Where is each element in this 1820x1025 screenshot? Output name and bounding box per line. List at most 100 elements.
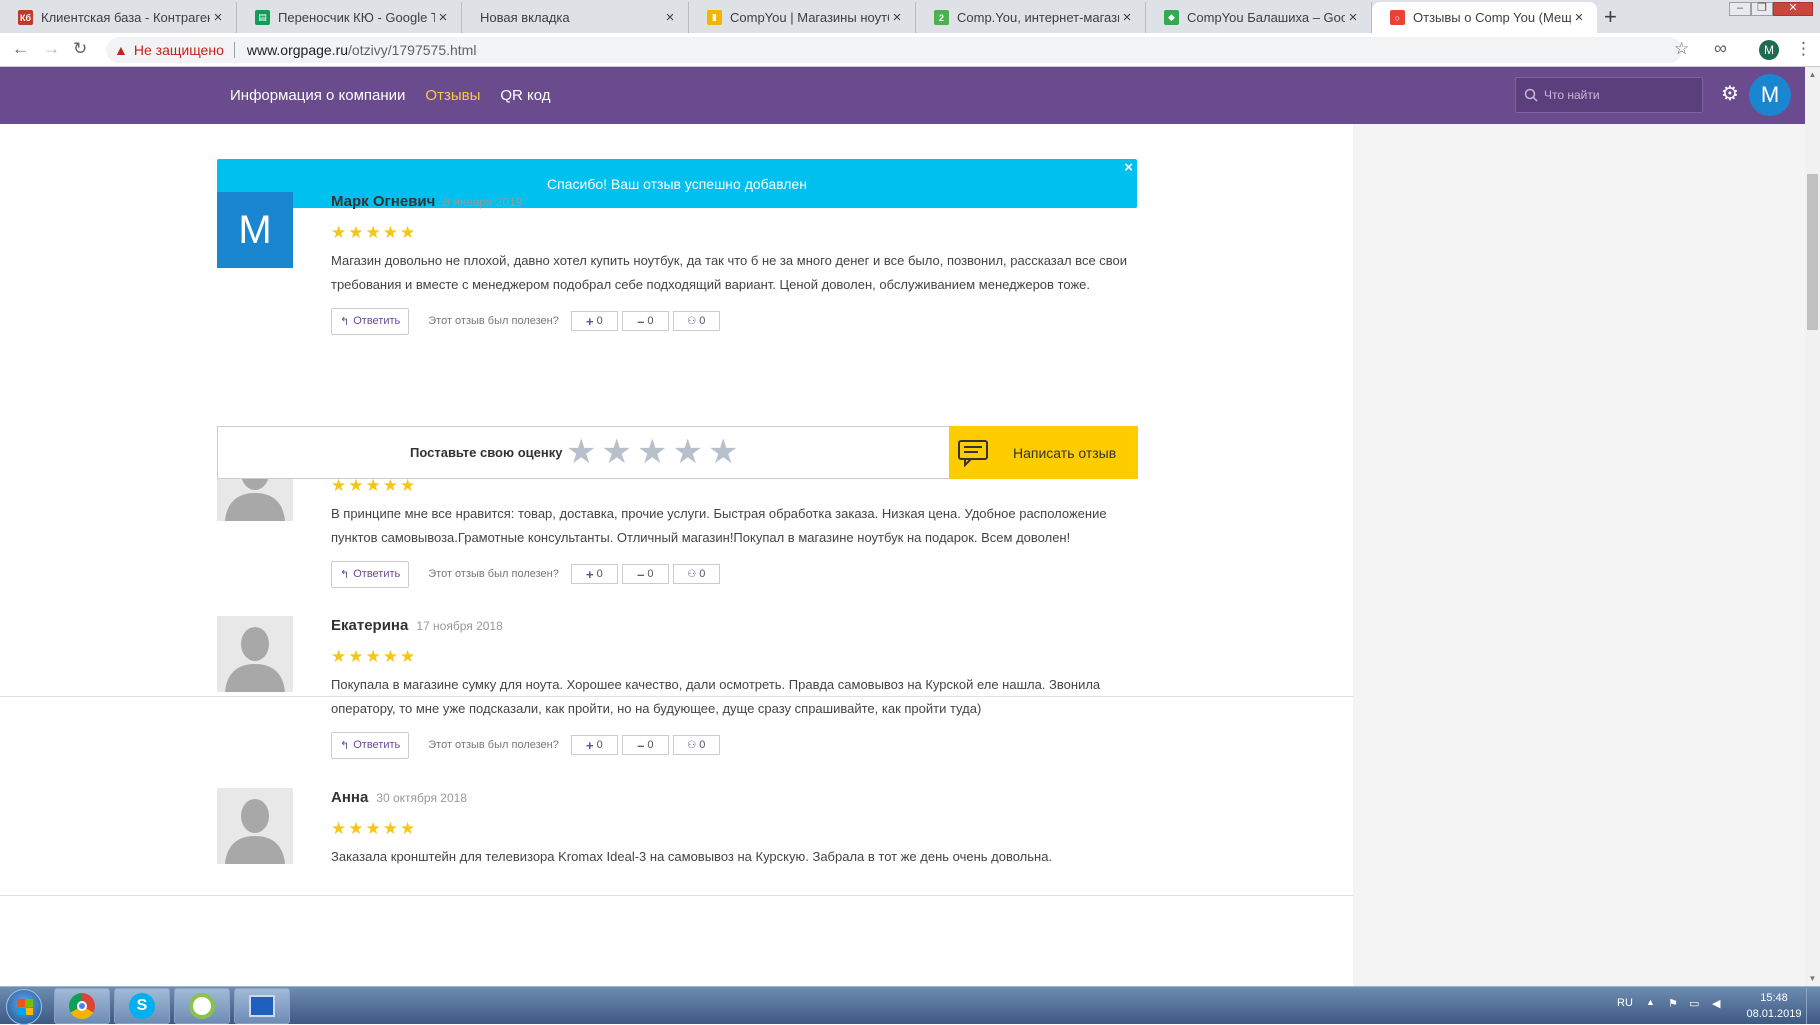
tab-close-icon[interactable]: × xyxy=(1345,9,1361,26)
comments-count: 0 xyxy=(699,739,706,751)
scroll-up-icon[interactable]: ▲ xyxy=(1805,67,1820,82)
rating-stars[interactable]: ★★★★★ xyxy=(566,434,743,470)
reviewer-name[interactable]: Марк Огневич xyxy=(331,193,435,210)
tab-close-icon[interactable]: × xyxy=(1119,9,1135,26)
nav-reviews[interactable]: Отзывы xyxy=(425,87,480,104)
review-header: Марк Огневич 8 января 2019 xyxy=(331,192,1137,212)
search-icon[interactable] xyxy=(1524,88,1538,102)
clock-time: 15:48 xyxy=(1760,992,1788,1004)
windows-taskbar: S RU ▲ ⚑ ▭ ◀ 15:48 08.01.2019 xyxy=(0,986,1820,1025)
browser-tab[interactable]: ○ Отзывы о Comp You (Мещанск× xyxy=(1372,2,1597,33)
forward-icon[interactable]: → xyxy=(43,39,60,59)
search-input[interactable] xyxy=(1544,88,1694,102)
reply-button[interactable]: ↰ Ответить xyxy=(331,731,410,759)
star-icon-5[interactable]: ★ xyxy=(708,433,743,471)
scrollbar[interactable]: ▲ ▼ xyxy=(1805,67,1820,986)
minimize-icon[interactable]: – xyxy=(1729,2,1751,16)
comment-icon xyxy=(958,439,988,467)
browser-tab[interactable]: ▮ CompYou | Магазины ноутбуко× xyxy=(689,2,916,33)
write-review-button[interactable]: Написать отзыв xyxy=(949,426,1138,479)
comments-button[interactable]: ⚇ 0 xyxy=(672,735,720,755)
language-indicator[interactable]: RU xyxy=(1617,997,1633,1009)
review-text: В принципе мне все нравится: товар, дост… xyxy=(331,506,1107,545)
taskbar-network-app[interactable] xyxy=(234,988,290,1024)
reviewer-name[interactable]: Анна xyxy=(331,789,368,806)
network-tray-icon[interactable]: ▭ xyxy=(1689,997,1699,1010)
not-secure-label[interactable]: Не защищено xyxy=(134,42,224,58)
star-icon-3[interactable]: ★ xyxy=(637,433,672,471)
star-icon: ★ xyxy=(348,819,366,838)
plus-icon: + xyxy=(585,313,594,329)
flag-tray-icon[interactable]: ⚑ xyxy=(1668,997,1678,1010)
comments-button[interactable]: ⚇ 0 xyxy=(672,311,720,331)
taskbar-skype[interactable]: S xyxy=(114,988,170,1024)
browser-tab[interactable]: ▤ Переносчик КЮ - Google Табли× xyxy=(237,2,462,33)
star-icon-2[interactable]: ★ xyxy=(601,433,636,471)
close-icon[interactable]: × xyxy=(1124,159,1133,176)
tray-expand-icon[interactable]: ▲ xyxy=(1646,997,1655,1007)
reply-label: Ответить xyxy=(353,568,401,580)
browser-tab[interactable]: 2 Comp.You, интернет-магазин, Ч× xyxy=(916,2,1146,33)
reload-icon[interactable]: ↻ xyxy=(73,39,87,59)
upvote-button[interactable]: +0 xyxy=(570,564,618,584)
users-icon: ⚇ xyxy=(687,315,697,327)
tab-close-icon[interactable]: × xyxy=(889,9,905,26)
tab-close-icon[interactable]: × xyxy=(662,9,678,26)
upvote-button[interactable]: +0 xyxy=(570,311,618,331)
skype-icon: S xyxy=(129,993,155,1019)
restore-icon[interactable]: ❐ xyxy=(1751,2,1773,16)
review-text: Покупала в магазине сумку для ноута. Хор… xyxy=(331,677,1101,716)
minus-icon: – xyxy=(637,566,645,582)
nav-qr-code[interactable]: QR код xyxy=(500,87,550,104)
tab-close-icon[interactable]: × xyxy=(210,9,226,26)
tab-title: Новая вкладка xyxy=(480,10,570,25)
scroll-thumb[interactable] xyxy=(1807,174,1818,330)
reply-button[interactable]: ↰ Ответить xyxy=(331,307,410,335)
star-icon: ★ xyxy=(400,647,418,666)
review-date: 30 октября 2018 xyxy=(376,791,467,805)
reply-label: Ответить xyxy=(353,315,401,327)
upvote-button[interactable]: +0 xyxy=(570,735,618,755)
reviewer-name[interactable]: Екатерина xyxy=(331,617,408,634)
helpful-question: Этот отзыв был полезен? xyxy=(428,739,559,751)
browser-tab[interactable]: Кб Клиентская база - Контрагенты× xyxy=(0,2,237,33)
gear-icon[interactable]: ⚙ xyxy=(1721,81,1739,106)
extension-icon[interactable]: ∞ xyxy=(1714,38,1727,59)
tab-close-icon[interactable]: × xyxy=(1571,9,1587,26)
menu-icon[interactable]: ⋮ xyxy=(1795,39,1812,59)
browser-tab[interactable]: ◆ CompYou Балашиха – Google Ка× xyxy=(1146,2,1372,33)
comments-button[interactable]: ⚇ 0 xyxy=(672,564,720,584)
user-avatar[interactable]: M xyxy=(1749,74,1791,116)
reviews-content: Спасибо! Ваш отзыв успешно добавлен × M М… xyxy=(0,124,1353,986)
taskbar-2gis[interactable] xyxy=(174,988,230,1024)
start-button[interactable] xyxy=(6,989,42,1025)
alert-text: Спасибо! Ваш отзыв успешно добавлен xyxy=(547,175,807,192)
star-icon-4[interactable]: ★ xyxy=(672,433,707,471)
review-actions: ↰ Ответить Этот отзыв был полезен? +0–0 ⚇ 0 xyxy=(331,307,1137,335)
reviewer-avatar: M xyxy=(217,192,293,268)
browser-tab[interactable]: Новая вкладка × xyxy=(462,2,689,33)
users-icon: ⚇ xyxy=(687,568,697,580)
back-icon[interactable]: ← xyxy=(12,39,29,59)
nav-company-info[interactable]: Информация о компании xyxy=(230,87,405,104)
profile-avatar[interactable]: M xyxy=(1759,40,1779,60)
volume-icon[interactable]: ◀ xyxy=(1712,997,1720,1010)
new-tab-button[interactable]: + xyxy=(1604,4,1617,30)
downvote-button[interactable]: –0 xyxy=(621,564,669,584)
downvote-button[interactable]: –0 xyxy=(621,735,669,755)
downvote-button[interactable]: –0 xyxy=(621,311,669,331)
gis-icon xyxy=(189,993,215,1019)
close-window-icon[interactable]: ✕ xyxy=(1773,2,1813,16)
scroll-down-icon[interactable]: ▼ xyxy=(1805,971,1820,986)
reply-button[interactable]: ↰ Ответить xyxy=(331,560,410,588)
reply-label: Ответить xyxy=(353,739,401,751)
show-desktop-button[interactable] xyxy=(1806,988,1819,1024)
bookmark-star-icon[interactable]: ☆ xyxy=(1674,39,1689,59)
tab-close-icon[interactable]: × xyxy=(435,9,451,26)
url-path: /otzivy/1797575.html xyxy=(348,42,477,58)
star-icon-1[interactable]: ★ xyxy=(566,433,601,471)
url-text[interactable]: www.orgpage.ru/otzivy/1797575.html xyxy=(247,42,477,58)
system-clock[interactable]: 15:48 08.01.2019 xyxy=(1744,990,1804,1022)
taskbar-chrome[interactable] xyxy=(54,988,110,1024)
address-bar[interactable]: ▲ Не защищено www.orgpage.ru/otzivy/1797… xyxy=(106,37,1682,63)
